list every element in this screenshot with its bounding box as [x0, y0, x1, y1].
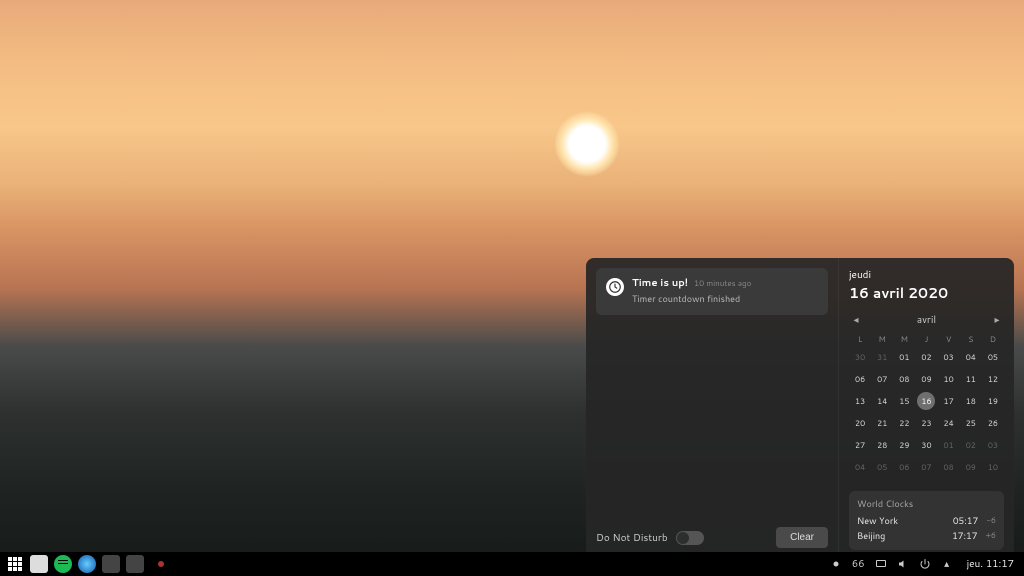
day-cell-today[interactable]: 16 — [917, 392, 935, 410]
tray-volume-icon[interactable] — [897, 558, 909, 570]
world-clock-time: 17:17 — [952, 529, 977, 542]
world-clock-city: New York — [857, 514, 898, 527]
day-cell[interactable]: 09 — [917, 370, 935, 388]
day-cell[interactable]: 10 — [940, 370, 958, 388]
day-cell[interactable]: 03 — [940, 348, 958, 366]
files-app-icon[interactable] — [30, 555, 48, 573]
world-clock-offset: +6 — [985, 529, 996, 542]
weekday-cell: S — [960, 333, 982, 345]
day-cell[interactable]: 03 — [984, 436, 1002, 454]
day-cell[interactable]: 07 — [917, 458, 935, 476]
weekday-cell: M — [871, 333, 893, 345]
day-cell[interactable]: 30 — [851, 348, 869, 366]
day-cell[interactable]: 05 — [873, 458, 891, 476]
day-cell[interactable]: 09 — [962, 458, 980, 476]
weekday-cell: V — [938, 333, 960, 345]
day-cell[interactable]: 12 — [984, 370, 1002, 388]
weekday-cell: D — [982, 333, 1004, 345]
day-cell[interactable]: 29 — [895, 436, 913, 454]
day-cell[interactable]: 18 — [962, 392, 980, 410]
tray-power-icon[interactable] — [919, 558, 931, 570]
clock[interactable]: jeu. 11:17 — [967, 557, 1014, 571]
prev-month-button[interactable]: ◂ — [849, 313, 863, 327]
day-cell[interactable]: 15 — [895, 392, 913, 410]
day-cell[interactable]: 23 — [917, 414, 935, 432]
next-month-button[interactable]: ▸ — [990, 313, 1004, 327]
tray-number: 66 — [852, 557, 865, 571]
datetime-panel: Time is up! 10 minutes ago Timer countdo… — [586, 258, 1014, 558]
calendar-area: jeudi 16 avril 2020 ◂ avril ▸ L M M J V … — [838, 258, 1014, 558]
day-cell[interactable]: 04 — [851, 458, 869, 476]
browser-app-icon[interactable] — [78, 555, 96, 573]
day-cell[interactable]: 14 — [873, 392, 891, 410]
notification-area: Time is up! 10 minutes ago Timer countdo… — [586, 258, 838, 558]
world-clock-time: 05:17 — [953, 514, 978, 527]
clock-icon — [606, 278, 624, 296]
wallpaper-sun — [555, 112, 619, 176]
day-cell[interactable]: 01 — [895, 348, 913, 366]
bottom-bar: 66 ▴ jeu. 11:17 — [0, 552, 1024, 576]
dnd-label: Do Not Disturb — [596, 531, 668, 545]
world-clocks[interactable]: World Clocks New York 05:17 -6 Beijing 1… — [849, 491, 1004, 550]
day-cell[interactable]: 17 — [940, 392, 958, 410]
world-clock-row: New York 05:17 -6 — [857, 514, 996, 527]
day-cell[interactable]: 02 — [917, 348, 935, 366]
day-cell[interactable]: 31 — [873, 348, 891, 366]
day-cell[interactable]: 06 — [851, 370, 869, 388]
day-cell[interactable]: 02 — [962, 436, 980, 454]
day-cell[interactable]: 08 — [940, 458, 958, 476]
day-cell[interactable]: 28 — [873, 436, 891, 454]
date-full: 16 avril 2020 — [849, 283, 1004, 303]
notification-card[interactable]: Time is up! 10 minutes ago Timer countdo… — [596, 268, 828, 315]
spotify-app-icon[interactable] — [54, 555, 72, 573]
day-cell[interactable]: 22 — [895, 414, 913, 432]
day-cell[interactable]: 13 — [851, 392, 869, 410]
day-cell[interactable]: 26 — [984, 414, 1002, 432]
weekday-cell: M — [893, 333, 915, 345]
tray-expand-icon[interactable]: ▴ — [941, 558, 953, 570]
weekday-cell: J — [915, 333, 937, 345]
notification-title: Time is up! — [632, 276, 688, 290]
notification-body: Timer countdown finished — [632, 292, 818, 305]
world-clocks-title: World Clocks — [857, 497, 996, 510]
day-cell[interactable]: 05 — [984, 348, 1002, 366]
day-cell[interactable]: 07 — [873, 370, 891, 388]
activities-button[interactable] — [6, 555, 24, 573]
world-clock-row: Beijing 17:17 +6 — [857, 529, 996, 542]
indicator-dot-icon — [158, 561, 164, 567]
day-cell[interactable]: 11 — [962, 370, 980, 388]
dnd-toggle[interactable] — [676, 531, 704, 545]
terminal-app-icon[interactable] — [102, 555, 120, 573]
day-cell[interactable]: 25 — [962, 414, 980, 432]
day-cell[interactable]: 08 — [895, 370, 913, 388]
month-label: avril — [917, 313, 936, 327]
day-cell[interactable]: 19 — [984, 392, 1002, 410]
day-cell[interactable]: 01 — [940, 436, 958, 454]
world-clock-offset: -6 — [986, 514, 996, 527]
app-icon[interactable] — [126, 555, 144, 573]
day-cell[interactable]: 10 — [984, 458, 1002, 476]
weekday-cell: L — [849, 333, 871, 345]
weekday-header: L M M J V S D — [849, 333, 1004, 345]
day-cell[interactable]: 24 — [940, 414, 958, 432]
day-cell[interactable]: 04 — [962, 348, 980, 366]
day-cell[interactable]: 21 — [873, 414, 891, 432]
day-cell[interactable]: 30 — [917, 436, 935, 454]
tray-weather-icon[interactable] — [830, 558, 842, 570]
world-clock-city: Beijing — [857, 529, 885, 542]
day-cell[interactable]: 06 — [895, 458, 913, 476]
tray-display-icon[interactable] — [875, 558, 887, 570]
clear-button[interactable]: Clear — [776, 527, 828, 548]
day-cell[interactable]: 20 — [851, 414, 869, 432]
date-weekday: jeudi — [849, 268, 1004, 282]
day-cell[interactable]: 27 — [851, 436, 869, 454]
notification-timestamp: 10 minutes ago — [694, 277, 751, 289]
